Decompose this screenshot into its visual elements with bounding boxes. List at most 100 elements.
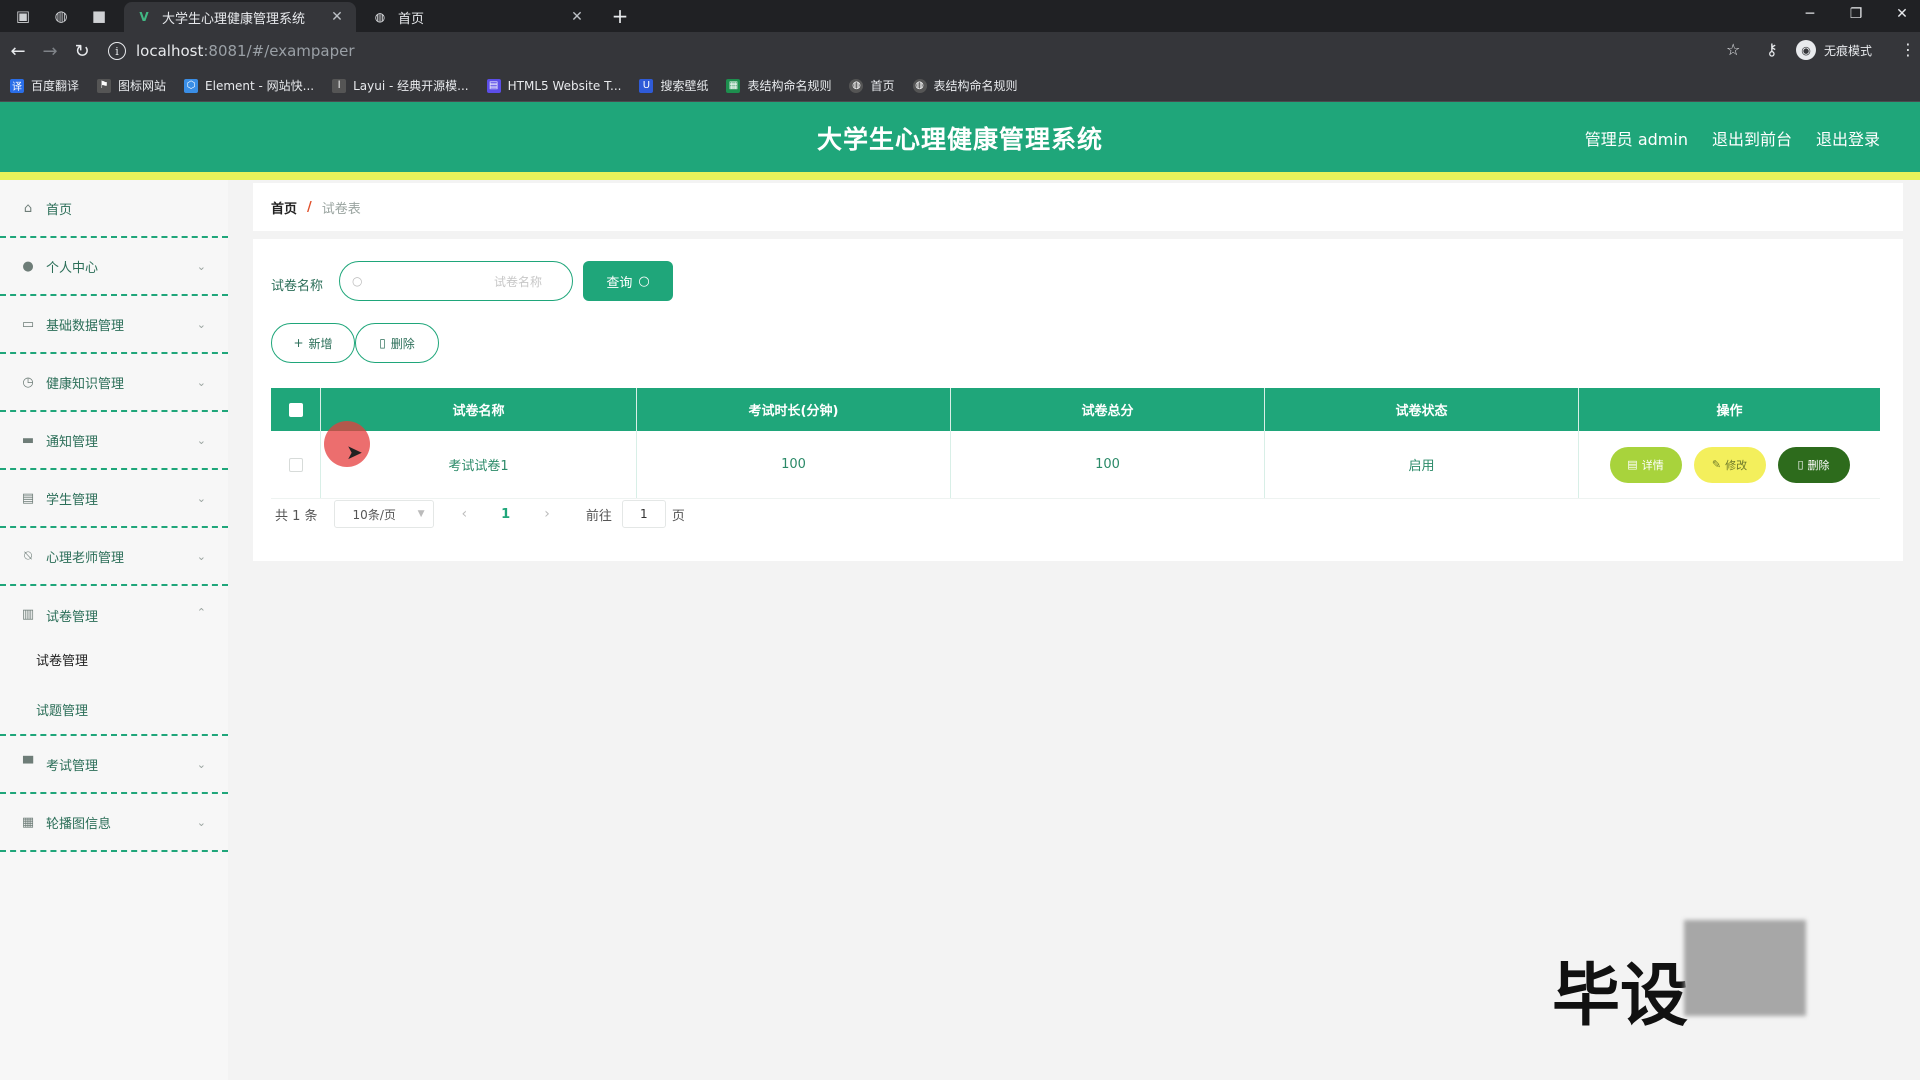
sidebar-subitem-exampaper[interactable]: 试卷管理 [36,650,88,669]
bookmark-item[interactable]: U 搜索壁纸 [639,77,708,94]
sidebar-item-exam[interactable]: ▀ 考试管理 ⌄ [0,736,228,794]
pagination: 共 1 条 10条/页 ▼ ‹ 1 › 前往 1 页 [275,500,685,528]
search-icon: ○ [638,273,650,289]
plus-icon: + [293,336,304,350]
cell-duration: 100 [637,431,951,498]
bookmark-item[interactable]: 译百度翻译 [10,77,79,94]
column-header[interactable]: 考试时长(分钟) [637,388,951,431]
grid-icon: ▦ [21,814,35,830]
close-icon[interactable]: ✕ [328,9,346,25]
close-icon[interactable]: ✕ [568,9,586,25]
search-label: 试卷名称 [271,279,324,294]
breadcrumb-separator: / [307,199,312,215]
bookmarks-bar: 译百度翻译 ⚑ 图标网站 ⬡ Element - 网站快... l Layui - 经… [0,70,1920,102]
key-icon[interactable]: ⚷ [1766,40,1778,59]
home-icon: ⌂ [23,200,33,216]
globe-icon[interactable]: ◍ [44,4,78,28]
browser-tab-active[interactable]: V 大学生心理健康管理系统 ✕ [124,2,356,32]
sidebar-item-students[interactable]: ▤ 学生管理 ⌄ [0,470,228,528]
watermark-text: 毕设 [1552,957,1689,1036]
admin-user-label: 管理员 admin [1584,130,1688,149]
sidebar-subitem-questions[interactable]: 试题管理 [36,700,88,719]
minimize-icon[interactable]: ─ [1788,0,1832,28]
chevron-down-icon: ⌄ [196,549,206,563]
row-checkbox[interactable] [288,457,303,472]
cell-status: 启用 [1265,431,1579,498]
forward-icon[interactable]: → [38,39,62,63]
page-number[interactable]: 1 [501,507,510,522]
vue-icon: V [139,10,149,24]
layui-icon: l [332,78,347,93]
element-icon: ⬡ [184,78,199,93]
sidebar-item-carousel[interactable]: ▦ 轮播图信息 ⌄ [0,794,228,852]
menu-icon[interactable]: ⋮ [1900,40,1916,59]
sidebar-item-notice[interactable]: ▬ 通知管理 ⌄ [0,412,228,470]
briefcase-icon: ▬ [21,432,35,448]
incognito-profile[interactable]: ◉ 无痕模式 [1796,40,1872,60]
back-to-front-link[interactable]: 退出到前台 [1712,126,1792,150]
query-button[interactable]: 查询 ○ [583,261,673,301]
header-stripe [0,172,1920,180]
sidebar: ⌂ 首页 ● 个人中心 ⌄ ▭ 基础数据管理 ⌄ ◷ 健康知识管理 ⌄ ▬ 通知… [0,180,228,1080]
bookmark-item[interactable]: ▦ 表结构命名规则 [726,77,831,94]
window-icon[interactable]: ■ [82,4,116,28]
back-icon[interactable]: ← [6,39,30,63]
sidebar-item-health-knowledge[interactable]: ◷ 健康知识管理 ⌄ [0,354,228,412]
close-window-icon[interactable]: ✕ [1880,0,1920,28]
incognito-icon: ◉ [1796,40,1816,60]
column-header[interactable]: 试卷总分 [951,388,1265,431]
search-icon: ○ [352,274,363,288]
address-bar[interactable]: i localhost:8081/#/exampaper [108,36,1768,66]
address-url[interactable]: localhost:8081/#/exampaper [136,42,355,60]
list-panel: 试卷名称 ○ 试卷名称 查询 ○ + 新增 ▯ 删除 试卷名称 考试时长(分钟)… [253,239,1903,561]
bookmark-item[interactable]: ▤ HTML5 Website T... [486,78,621,93]
star-icon[interactable]: ☆ [1726,40,1740,59]
column-header[interactable]: 试卷名称 [321,388,637,431]
goto-page-input[interactable]: 1 [621,500,666,528]
batch-delete-button[interactable]: ▯ 删除 [355,323,439,363]
bookmark-item[interactable]: ◍ 首页 [849,77,895,94]
new-tab-button[interactable]: + [606,4,634,28]
bookmark-item[interactable]: l Layui - 经典开源模... [332,77,469,94]
browser-tab[interactable]: ◍ 首页 ✕ [360,2,596,32]
add-button[interactable]: + 新增 [271,323,355,363]
sidebar-item-home[interactable]: ⌂ 首页 [0,180,228,238]
blurred-watermark [1684,920,1806,1016]
prev-page-icon[interactable]: ‹ [462,506,468,522]
sidebar-item-basic-data[interactable]: ▭ 基础数据管理 ⌄ [0,296,228,354]
edit-button[interactable]: ✎ 修改 [1693,446,1766,483]
browser-toolbar: ← → ↻ i localhost:8081/#/exampaper ☆ ⚷ ◉… [0,32,1920,70]
sidebar-item-exampaper[interactable]: ▥ 试卷管理 ⌃ [0,586,228,736]
column-header[interactable]: 试卷状态 [1265,388,1579,431]
page-size-select[interactable]: 10条/页 ▼ [333,500,434,528]
breadcrumb-home[interactable]: 首页 [271,198,297,217]
next-page-icon[interactable]: › [544,506,550,522]
row-delete-button[interactable]: ▯ 删除 [1777,446,1850,483]
restore-icon[interactable]: ❐ [1834,0,1878,28]
chevron-down-icon: ⌄ [196,757,206,771]
chevron-down-icon: ⌄ [196,317,206,331]
sidebar-item-profile[interactable]: ● 个人中心 ⌄ [0,238,228,296]
detail-button[interactable]: ▤ 详情 [1609,446,1682,483]
bell-off-icon: ⍉ [24,548,32,564]
cell-score: 100 [951,431,1265,498]
calendar-icon[interactable]: ▣ [6,4,40,28]
select-all-checkbox[interactable] [288,402,303,417]
globe-icon: ◍ [374,10,386,24]
bookmark-item[interactable]: ◍ 表结构命名规则 [912,77,1018,94]
table-header: 试卷名称 考试时长(分钟) 试卷总分 试卷状态 操作 [271,388,1880,431]
reload-icon[interactable]: ↻ [70,39,94,63]
logout-link[interactable]: 退出登录 [1816,126,1880,150]
globe-icon: ◍ [912,78,927,93]
message-icon: ▤ [21,490,35,506]
search-input[interactable]: ○ 试卷名称 [339,261,573,301]
info-icon[interactable]: i [108,42,126,60]
bookmark-item[interactable]: ⚑ 图标网站 [97,77,166,94]
chevron-up-icon: ⌃ [196,606,206,619]
tab-title: 首页 [398,11,425,27]
sidebar-item-teachers[interactable]: ⍉ 心理老师管理 ⌄ [0,528,228,586]
pagination-total: 共 1 条 [275,508,318,524]
chevron-down-icon: ⌄ [196,433,206,447]
document-icon: ▤ [1627,458,1638,471]
bookmark-item[interactable]: ⬡ Element - 网站快... [184,77,314,94]
